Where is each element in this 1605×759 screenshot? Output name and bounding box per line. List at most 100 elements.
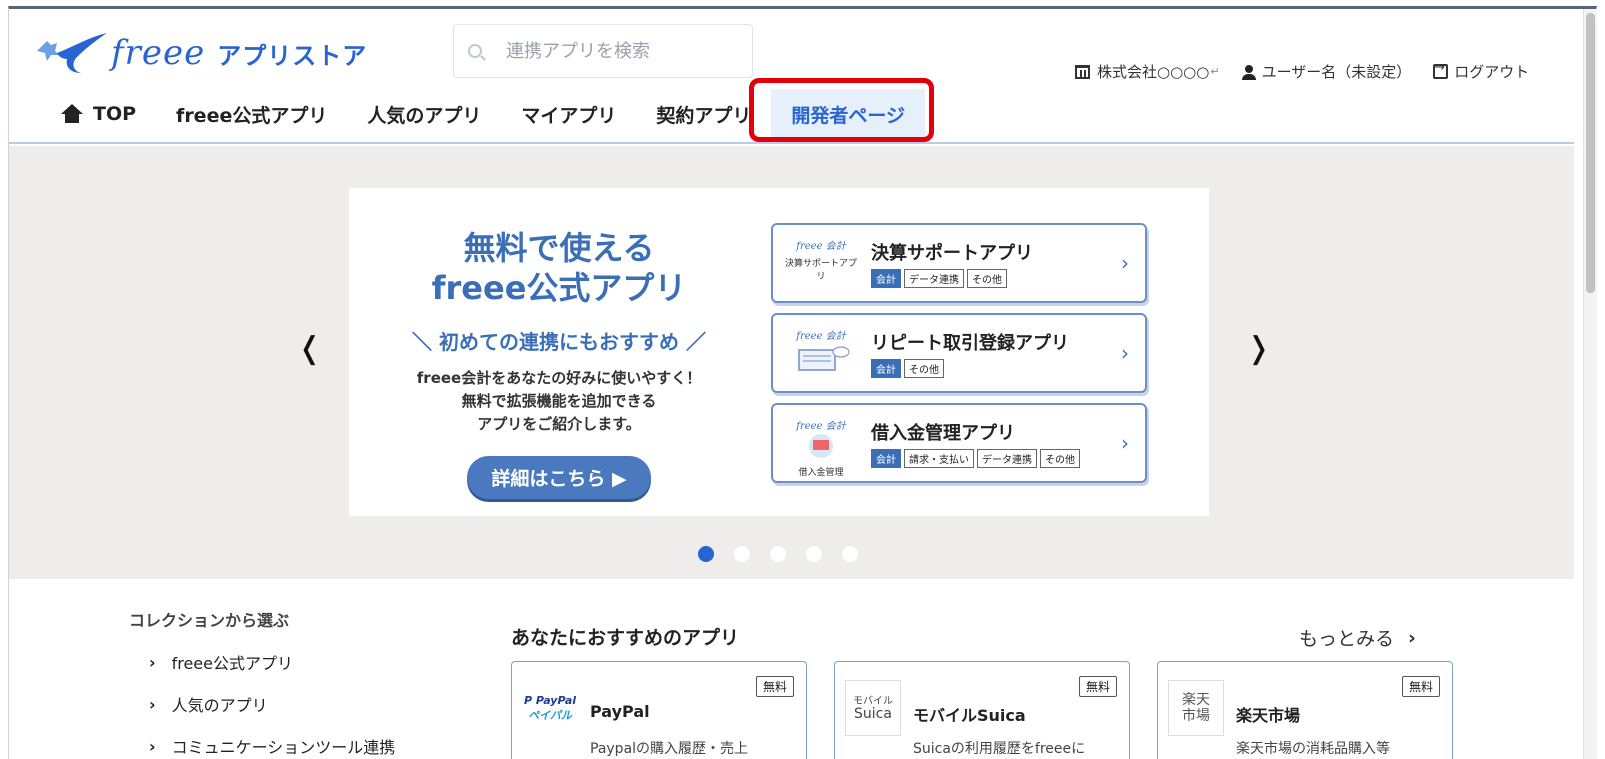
card-title: リピート取引登録アプリ bbox=[871, 333, 1069, 354]
promo-detail-button[interactable]: 詳細はこちら ▶ bbox=[467, 456, 651, 499]
nav-popular[interactable]: 人気のアプリ bbox=[347, 89, 501, 139]
suica-logo-main: Suica bbox=[854, 706, 892, 722]
building-icon bbox=[1075, 64, 1090, 79]
company-name: 株式会社○○○○ bbox=[1097, 63, 1210, 81]
promo-app-cards: freee 会計 決算サポートアプリ 決算サポートアプリ 会計 データ連携 その… bbox=[771, 223, 1147, 493]
logout-link[interactable]: ログアウト bbox=[1433, 60, 1530, 82]
logout-icon bbox=[1433, 60, 1449, 79]
promo-description: freee会計をあなたの好みに使いやすく！ 無料で拡張機能を追加できる アプリを… bbox=[399, 367, 719, 436]
collection-label: コミュニケーションツール連携 bbox=[171, 738, 396, 757]
app-card-mobile-suica[interactable]: 無料 モバイル Suica モバイルSuica Suicaの利用履歴をfreeeに bbox=[834, 661, 1130, 759]
paypal-logo: P PayPal ペイパル bbox=[522, 680, 578, 736]
logo-word: freee bbox=[111, 33, 206, 73]
logo-app-store: アプリストア bbox=[217, 41, 368, 70]
carousel-dot[interactable] bbox=[734, 546, 750, 562]
search-box[interactable] bbox=[453, 24, 753, 78]
free-badge: 無料 bbox=[755, 676, 794, 697]
collection-item-popular[interactable]: › 人気のアプリ bbox=[149, 683, 395, 725]
nav-top[interactable]: TOP bbox=[49, 89, 156, 139]
card-tags: 会計 データ連携 その他 bbox=[871, 269, 1010, 288]
mini-logo: freee 会計 bbox=[796, 421, 846, 432]
collection-item-communication[interactable]: › コミュニケーションツール連携 bbox=[149, 725, 395, 759]
rakuten-logo-top: 楽天 bbox=[1182, 692, 1210, 708]
thumb-label: 決算サポートアプリ bbox=[784, 259, 857, 282]
chevron-right-icon: › bbox=[149, 694, 156, 714]
app-card-paypal[interactable]: 無料 P PayPal ペイパル PayPal Paypalの購入履歴・売上 bbox=[511, 661, 807, 759]
carousel-dots bbox=[698, 546, 878, 562]
mini-logo: freee 会計 bbox=[796, 331, 846, 342]
collections-list: › freee公式アプリ › 人気のアプリ › コミュニケーションツール連携 bbox=[149, 641, 395, 759]
nav-freee-official[interactable]: freee公式アプリ bbox=[156, 89, 347, 139]
nav-top-label: TOP bbox=[93, 103, 137, 125]
app-card-rakuten[interactable]: 無料 楽天 市場 楽天市場 楽天市場の消耗品購入等 bbox=[1157, 661, 1453, 759]
app-name: PayPal bbox=[590, 702, 650, 721]
tag: その他 bbox=[1040, 449, 1080, 468]
person-icon bbox=[1241, 64, 1256, 80]
carousel-dot[interactable] bbox=[842, 546, 858, 562]
bank-circle-icon bbox=[809, 434, 833, 458]
promo-subtitle: ＼ 初めての連携にもおすすめ ／ bbox=[412, 330, 706, 354]
carousel-next-button[interactable]: ❭ bbox=[1246, 331, 1271, 366]
tag: 請求・支払い bbox=[904, 449, 974, 468]
paypal-logo-text: P PayPal bbox=[523, 693, 577, 707]
promo-card-repeat[interactable]: freee 会計 リピート取引登録アプリ 会計 その他 › bbox=[771, 313, 1147, 393]
promo-desc-line-1: freee会計をあなたの好みに使いやすく！ bbox=[416, 369, 702, 387]
tag: その他 bbox=[967, 269, 1007, 288]
collection-label: freee公式アプリ bbox=[171, 654, 293, 673]
free-badge: 無料 bbox=[1078, 676, 1117, 697]
chevron-right-icon: › bbox=[1121, 251, 1129, 275]
chevron-right-icon: › bbox=[149, 652, 156, 672]
promo-title-2: freee公式アプリ bbox=[431, 269, 687, 307]
browser-frame: freee アプリストア 株式会社○○○○ ↵ ユーザー名（未設定） ログアウト bbox=[8, 6, 1597, 759]
return-icon: ↵ bbox=[1210, 65, 1220, 78]
promo-title-1: 無料で使える bbox=[463, 229, 655, 267]
app-description: Paypalの購入履歴・売上 bbox=[590, 741, 749, 757]
nav-my-apps[interactable]: マイアプリ bbox=[501, 89, 636, 139]
vertical-scrollbar[interactable] bbox=[1583, 9, 1597, 759]
promo-desc-line-3: アプリをご紹介します。 bbox=[477, 415, 641, 433]
carousel-dot[interactable] bbox=[770, 546, 786, 562]
user-area: 株式会社○○○○ ↵ ユーザー名（未設定） ログアウト bbox=[1075, 60, 1530, 82]
carousel-prev-button[interactable]: ❬ bbox=[297, 331, 322, 366]
rakuten-logo-bottom: 市場 bbox=[1182, 708, 1210, 724]
scrollbar-thumb[interactable] bbox=[1586, 13, 1595, 293]
chevron-right-icon: › bbox=[149, 736, 156, 756]
promo-desc-line-2: 無料で拡張機能を追加できる bbox=[461, 392, 657, 410]
promo-card-loan[interactable]: freee 会計 借入金管理 借入金管理アプリ 会計 請求・支払い データ連携 … bbox=[771, 403, 1147, 483]
see-more-label: もっとみる bbox=[1299, 628, 1395, 650]
user-menu[interactable]: ユーザー名（未設定） bbox=[1241, 61, 1412, 82]
nav-contracted-apps[interactable]: 契約アプリ bbox=[636, 89, 771, 139]
collection-item-official[interactable]: › freee公式アプリ bbox=[149, 641, 395, 683]
promo-card-kessan[interactable]: freee 会計 決算サポートアプリ 決算サポートアプリ 会計 データ連携 その… bbox=[771, 223, 1147, 303]
card-title: 借入金管理アプリ bbox=[871, 423, 1015, 444]
carousel-dot[interactable] bbox=[806, 546, 822, 562]
card-tags: 会計 その他 bbox=[871, 359, 947, 378]
banner-carousel: ❬ ❭ 無料で使える freee公式アプリ ＼ 初めての連携にもおすすめ ／ f… bbox=[9, 146, 1574, 579]
app-thumbnail: freee 会計 借入金管理 bbox=[783, 417, 859, 478]
collections-title: コレクションから選ぶ bbox=[129, 611, 290, 630]
app-name: 楽天市場 bbox=[1236, 706, 1301, 725]
chevron-right-icon: › bbox=[1121, 431, 1129, 455]
tag: データ連携 bbox=[904, 269, 964, 288]
collection-label: 人気のアプリ bbox=[171, 696, 268, 715]
header: freee アプリストア 株式会社○○○○ ↵ ユーザー名（未設定） ログアウト bbox=[9, 9, 1574, 144]
thumb-label: 借入金管理 bbox=[798, 468, 844, 478]
store-logo[interactable]: freee アプリストア bbox=[37, 27, 367, 79]
rakuten-logo: 楽天 市場 bbox=[1168, 680, 1224, 736]
carousel-slide[interactable]: 無料で使える freee公式アプリ ＼ 初めての連携にもおすすめ ／ freee… bbox=[349, 188, 1209, 516]
mini-logo: freee 会計 bbox=[796, 241, 846, 252]
app-thumbnail: freee 会計 bbox=[783, 327, 859, 383]
see-more-link[interactable]: もっとみる › bbox=[1299, 624, 1416, 651]
company-selector[interactable]: 株式会社○○○○ ↵ bbox=[1075, 61, 1220, 82]
suica-logo: モバイル Suica bbox=[845, 680, 901, 736]
main-nav: TOP freee公式アプリ 人気のアプリ マイアプリ 契約アプリ 開発者ページ bbox=[49, 89, 926, 139]
tag: データ連携 bbox=[977, 449, 1037, 468]
card-title: 決算サポートアプリ bbox=[871, 243, 1033, 264]
free-badge: 無料 bbox=[1401, 676, 1440, 697]
tag: 会計 bbox=[871, 449, 901, 468]
user-name: ユーザー名（未設定） bbox=[1261, 63, 1412, 81]
search-input[interactable] bbox=[506, 40, 726, 62]
logout-label: ログアウト bbox=[1454, 63, 1530, 81]
nav-developer-page[interactable]: 開発者ページ bbox=[771, 89, 926, 139]
carousel-dot[interactable] bbox=[698, 546, 714, 562]
